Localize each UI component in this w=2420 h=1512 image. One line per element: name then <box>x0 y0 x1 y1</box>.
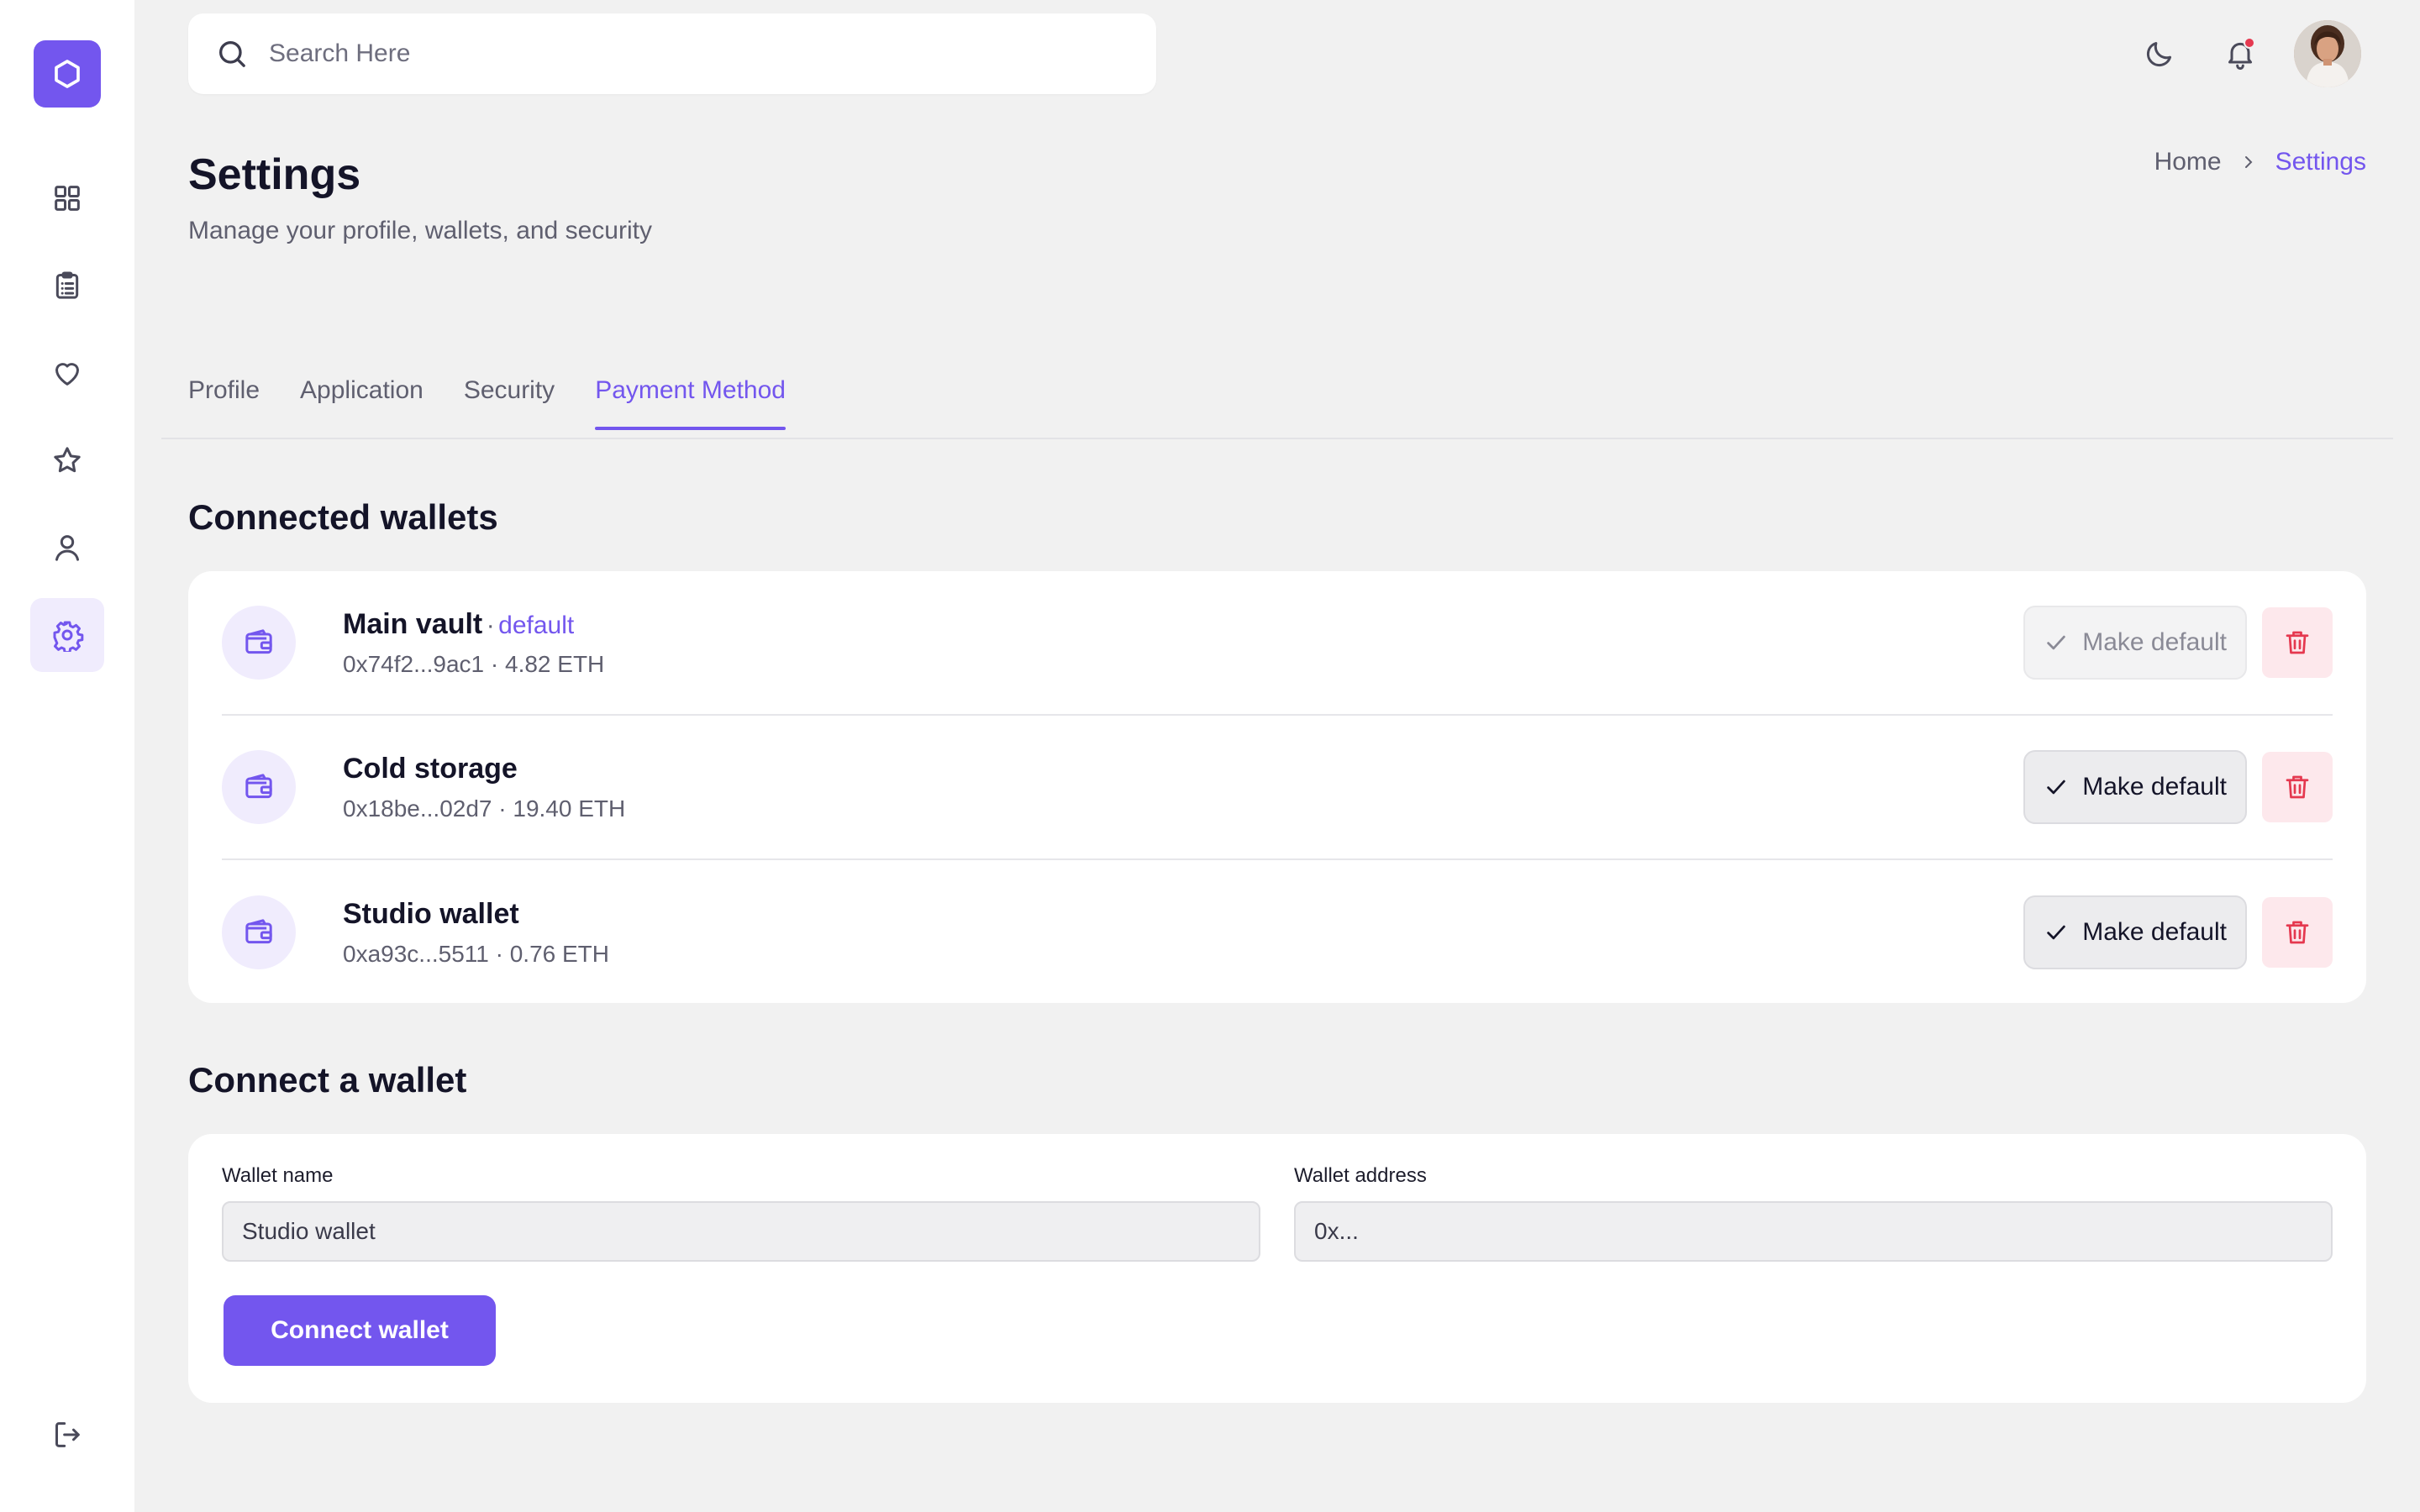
search-icon <box>219 41 245 67</box>
breadcrumb-home-link[interactable]: Home <box>2154 148 2222 176</box>
delete-wallet-button[interactable] <box>2262 897 2333 968</box>
search-input[interactable] <box>269 39 1025 68</box>
connect-wallet-heading: Connect a wallet <box>188 1060 467 1100</box>
make-default-button[interactable]: Make default <box>2023 750 2247 824</box>
clipboard-icon <box>55 271 79 299</box>
notifications-button[interactable] <box>2220 34 2260 74</box>
wallet-name-input[interactable] <box>222 1201 1260 1262</box>
logout-icon <box>55 1422 80 1447</box>
make-default-label: Make default <box>2082 628 2227 656</box>
sidebar-item-favorites[interactable] <box>30 336 104 410</box>
moon-icon <box>2146 42 2171 67</box>
tab-payment-method[interactable]: Payment Method <box>595 376 786 430</box>
dashboard-grid-icon <box>55 186 80 211</box>
wallet-meta: 0x74f2...9ac1 · 4.82 ETH <box>343 650 605 677</box>
wallet-row: Main vault · default 0x74f2...9ac1 · 4.8… <box>222 571 2333 716</box>
wallet-icon <box>245 774 272 799</box>
wallet-icon <box>245 919 272 944</box>
make-default-label: Make default <box>2082 773 2227 801</box>
settings-tabs: Profile Application Security Payment Met… <box>188 376 786 430</box>
sidebar-item-starred[interactable] <box>30 423 104 497</box>
sidebar-item-settings[interactable] <box>30 598 104 672</box>
logo[interactable] <box>34 40 101 108</box>
wallet-address-label: Wallet address <box>1294 1164 1427 1187</box>
wallet-avatar <box>222 895 296 969</box>
tabs-divider <box>161 438 2393 439</box>
wallet-actions: Make default <box>2023 895 2333 969</box>
make-default-button[interactable]: Make default <box>2023 606 2247 680</box>
star-icon <box>54 447 81 473</box>
heart-icon <box>55 363 79 386</box>
wallet-address-input[interactable] <box>1294 1201 2333 1262</box>
wallet-row: Cold storage 0x18be...02d7 · 19.40 ETH M… <box>222 716 2333 860</box>
check-icon <box>2047 780 2065 795</box>
wallet-icon <box>245 629 272 654</box>
wallet-actions: Make default <box>2023 606 2333 680</box>
wallet-avatar <box>222 606 296 680</box>
chevron-right-icon <box>2244 156 2253 168</box>
theme-toggle-button[interactable] <box>2139 34 2180 74</box>
make-default-label: Make default <box>2082 918 2227 946</box>
connect-wallet-card: Wallet name Wallet address Connect walle… <box>188 1134 2366 1403</box>
delete-wallet-button[interactable] <box>2262 607 2333 678</box>
page-title: Settings <box>188 150 361 199</box>
connected-wallets-heading: Connected wallets <box>188 497 498 537</box>
wallet-name: Main vault <box>343 607 483 640</box>
trash-icon <box>2286 921 2309 944</box>
app-root: Settings Manage your profile, wallets, a… <box>0 0 2420 1512</box>
wallet-name-label: Wallet name <box>222 1164 334 1187</box>
connected-wallets-card: Main vault · default 0x74f2...9ac1 · 4.8… <box>188 571 2366 1003</box>
tab-security[interactable]: Security <box>464 376 555 428</box>
sidebar <box>0 0 134 1512</box>
user-icon <box>55 535 79 561</box>
wallet-actions: Make default <box>2023 750 2333 824</box>
check-icon <box>2047 635 2065 650</box>
wallet-info: Studio wallet 0xa93c...5511 · 0.76 ETH <box>343 898 609 968</box>
make-default-button[interactable]: Make default <box>2023 895 2247 969</box>
page-subtitle: Manage your profile, wallets, and securi… <box>188 217 652 244</box>
sidebar-item-tasks[interactable] <box>30 249 104 323</box>
tab-profile[interactable]: Profile <box>188 376 260 428</box>
breadcrumb: Home Settings <box>2154 148 2366 176</box>
wallet-row: Studio wallet 0xa93c...5511 · 0.76 ETH M… <box>222 860 2333 1005</box>
delete-wallet-button[interactable] <box>2262 752 2333 822</box>
trash-icon <box>2286 775 2309 799</box>
breadcrumb-current: Settings <box>2275 148 2366 176</box>
wallet-name: Cold storage <box>343 752 518 785</box>
wallet-info: Cold storage 0x18be...02d7 · 19.40 ETH <box>343 753 625 822</box>
tab-application[interactable]: Application <box>300 376 424 428</box>
wallet-meta: 0x18be...02d7 · 19.40 ETH <box>343 795 626 822</box>
wallet-meta: 0xa93c...5511 · 0.76 ETH <box>343 940 609 967</box>
connect-wallet-button[interactable]: Connect wallet <box>224 1295 496 1366</box>
sidebar-item-profile[interactable] <box>30 511 104 585</box>
wallet-avatar <box>222 750 296 824</box>
search-bar <box>188 13 1156 94</box>
avatar[interactable] <box>2294 20 2361 87</box>
avatar-image <box>2294 20 2361 87</box>
check-icon <box>2047 925 2065 940</box>
sidebar-item-logout[interactable] <box>30 1398 104 1472</box>
notification-dot <box>2244 37 2255 49</box>
trash-icon <box>2286 631 2309 654</box>
wallet-name-separator: · <box>486 611 495 639</box>
wallet-name: Studio wallet <box>343 897 519 930</box>
logo-hexagon-icon <box>55 60 80 88</box>
wallet-info: Main vault · default 0x74f2...9ac1 · 4.8… <box>343 608 604 678</box>
sidebar-item-dashboard[interactable] <box>30 161 104 235</box>
default-badge: default <box>498 611 575 639</box>
settings-gear-icon <box>53 621 84 652</box>
